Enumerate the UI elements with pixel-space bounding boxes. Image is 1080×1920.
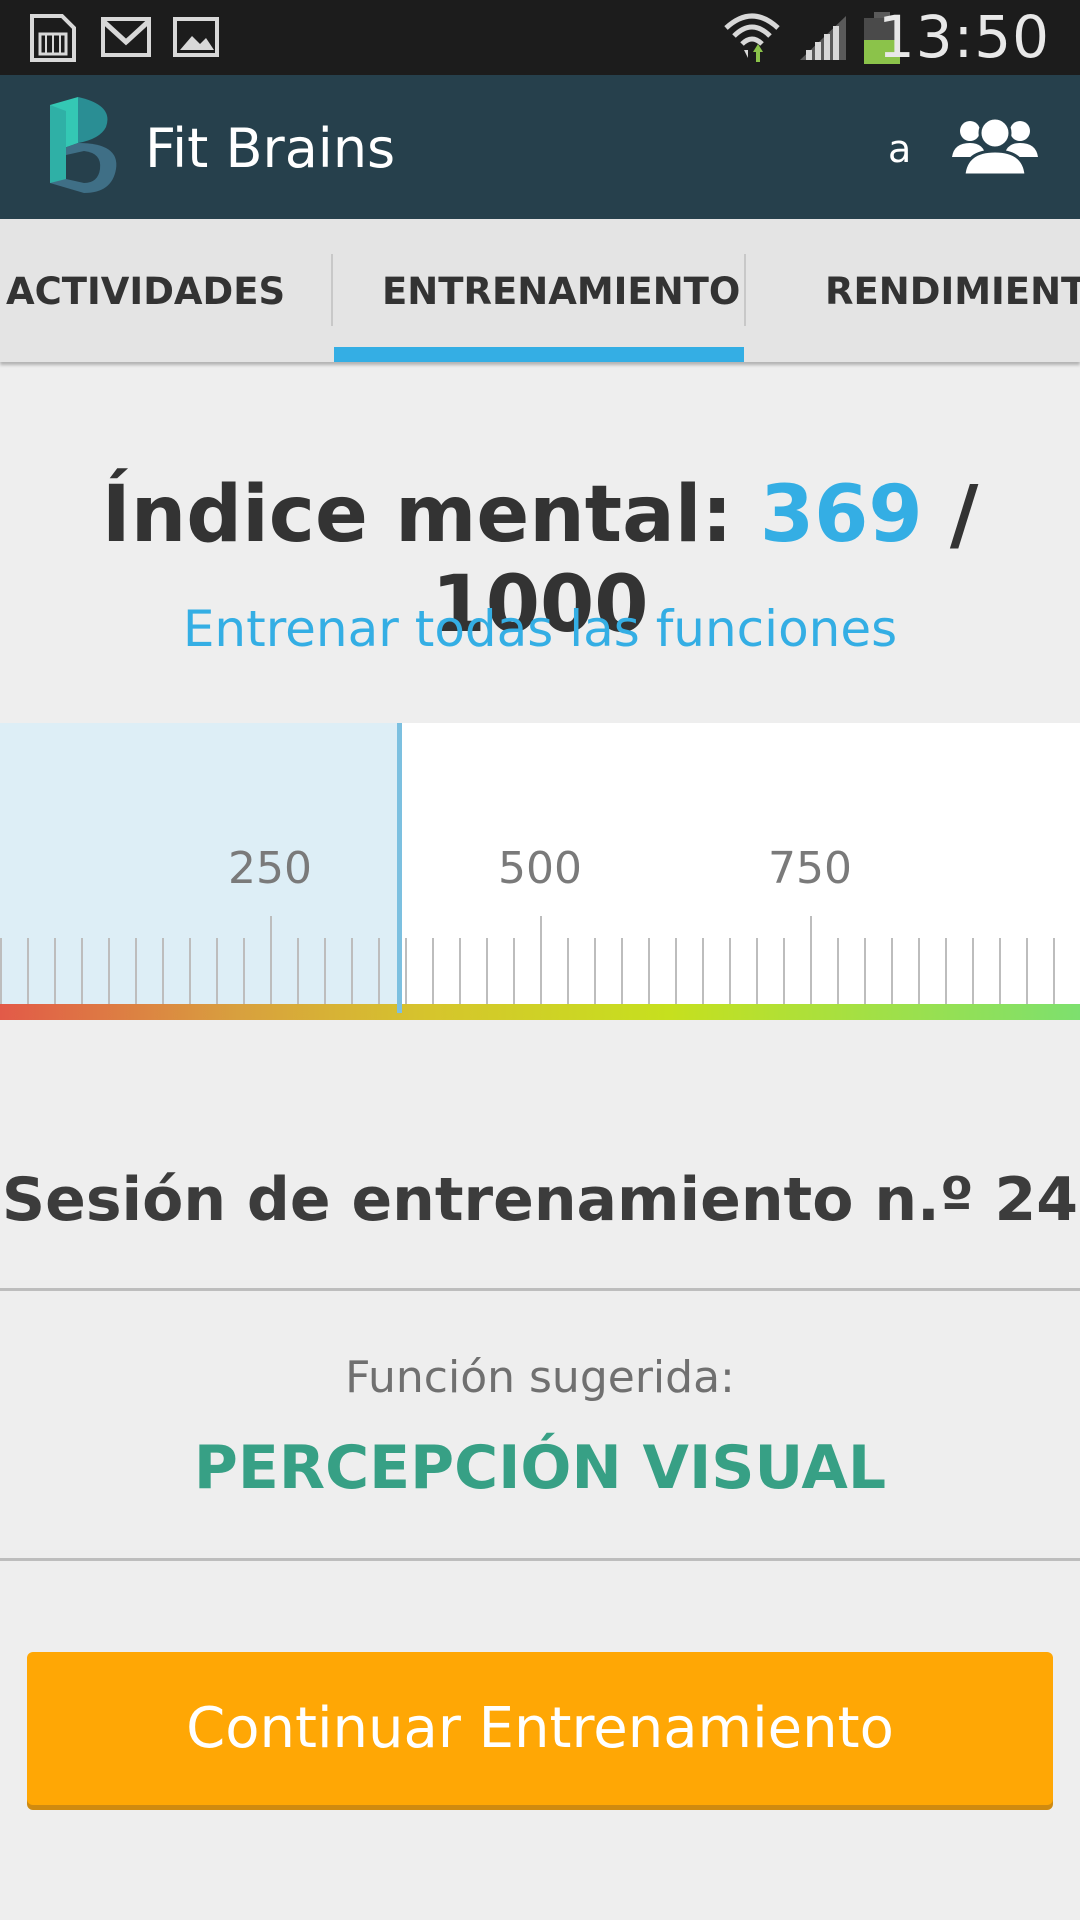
gauge-minor-tick (999, 938, 1001, 1004)
suggested-function-label: Función sugerida: (345, 1352, 735, 1403)
status-bar: 13:50 (0, 0, 1080, 75)
tab-bar: ACTIVIDADES ENTRENAMIENTO RENDIMIENTO (0, 219, 1080, 362)
gauge-minor-tick (513, 938, 515, 1004)
mental-index-separator: / (949, 470, 979, 560)
gauge-label-500: 500 (498, 843, 582, 894)
gauge-major-tick (810, 916, 812, 1004)
gauge-minor-tick (297, 938, 299, 1004)
gauge-minor-tick (621, 938, 623, 1004)
gauge-minor-tick (702, 938, 704, 1004)
tab-separator (331, 254, 333, 326)
tab-separator (744, 254, 746, 326)
gauge-minor-tick (0, 938, 2, 1004)
user-initial[interactable]: a (888, 127, 911, 171)
wifi-icon (722, 10, 782, 69)
friends-icon[interactable] (950, 113, 1040, 182)
gauge-label-750: 750 (768, 843, 852, 894)
gauge-minor-tick (81, 938, 83, 1004)
gauge-minor-tick (675, 938, 677, 1004)
app-title: Fit Brains (145, 117, 396, 180)
gmail-icon (100, 16, 152, 63)
gauge-major-tick (540, 916, 542, 1004)
gauge-minor-tick (972, 938, 974, 1004)
gauge-marker (397, 723, 402, 1013)
gauge-minor-tick (837, 938, 839, 1004)
signal-icon (798, 14, 850, 67)
tab-entrenamiento[interactable]: ENTRENAMIENTO (382, 219, 740, 362)
gauge-minor-tick (135, 938, 137, 1004)
divider (0, 1288, 1080, 1291)
sd-card-icon (28, 12, 78, 69)
image-icon (172, 16, 220, 63)
gauge-minor-tick (729, 938, 731, 1004)
gauge-minor-tick (162, 938, 164, 1004)
gauge-minor-tick (594, 938, 596, 1004)
gauge-minor-tick (27, 938, 29, 1004)
gauge-minor-tick (864, 938, 866, 1004)
gauge-minor-tick (567, 938, 569, 1004)
gauge-minor-tick (918, 938, 920, 1004)
gauge-minor-tick (54, 938, 56, 1004)
gauge-minor-tick (459, 938, 461, 1004)
divider (0, 1558, 1080, 1561)
gauge-minor-tick (648, 938, 650, 1004)
suggested-function: PERCEPCIÓN VISUAL (193, 1433, 887, 1503)
gauge-minor-tick (351, 938, 353, 1004)
mental-index-gauge: 250 500 750 (0, 723, 1080, 1020)
gauge-minor-tick (189, 938, 191, 1004)
gauge-fill (0, 723, 399, 1020)
gauge-minor-tick (108, 938, 110, 1004)
gauge-minor-tick (756, 938, 758, 1004)
session-title: Sesión de entrenamiento n.º 24 (1, 1165, 1079, 1235)
gauge-minor-tick (891, 938, 893, 1004)
continue-training-button[interactable]: Continuar Entrenamiento (27, 1652, 1053, 1805)
gauge-minor-tick (405, 938, 407, 1004)
gauge-minor-tick (1053, 938, 1055, 1004)
gauge-minor-tick (216, 938, 218, 1004)
mental-index-value: 369 (759, 470, 923, 560)
mental-index-label: Índice mental: (101, 470, 733, 560)
gauge-minor-tick (243, 938, 245, 1004)
gauge-minor-tick (1026, 938, 1028, 1004)
gauge-minor-tick (324, 938, 326, 1004)
gauge-minor-tick (432, 938, 434, 1004)
tab-rendimiento[interactable]: RENDIMIENTO (825, 219, 1080, 362)
gauge-label-250: 250 (228, 843, 312, 894)
app-bar: Fit Brains a (0, 75, 1080, 219)
gauge-minor-tick (486, 938, 488, 1004)
gauge-minor-tick (945, 938, 947, 1004)
tab-actividades[interactable]: ACTIVIDADES (6, 219, 285, 362)
clock: 13:50 (877, 3, 1050, 71)
gauge-minor-tick (378, 938, 380, 1004)
gauge-major-tick (270, 916, 272, 1004)
gauge-minor-tick (783, 938, 785, 1004)
train-all-functions-link[interactable]: Entrenar todas las funciones (0, 600, 1080, 658)
gauge-color-bar (0, 1004, 1080, 1020)
selected-tab-indicator (334, 347, 744, 362)
fit-brains-logo-icon (44, 97, 122, 202)
